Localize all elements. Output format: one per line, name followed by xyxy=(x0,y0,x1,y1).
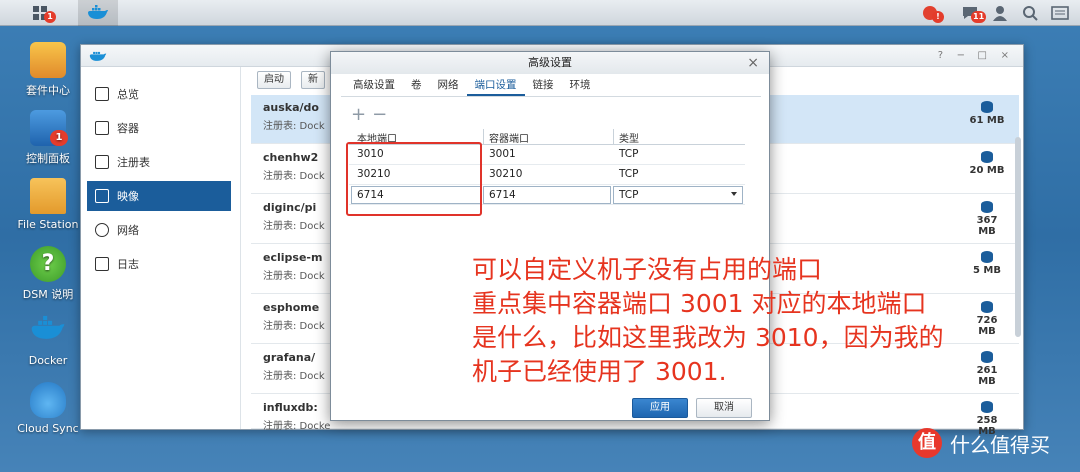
docker-whale-icon xyxy=(89,51,107,61)
main-menu-button[interactable]: 1 xyxy=(22,0,58,26)
sidebar-item-registry[interactable]: 注册表 xyxy=(87,147,231,177)
watermark-badge: 值 xyxy=(912,428,942,458)
launch-button[interactable]: 启动 xyxy=(257,71,291,89)
main-menu-badge: 1 xyxy=(44,11,56,23)
control-panel-badge: 1 xyxy=(50,130,68,146)
watermark: 值 什么值得买 xyxy=(912,428,1050,458)
image-registry: 注册表: Docke xyxy=(263,421,331,432)
image-registry: 注册表: Dock xyxy=(263,121,325,132)
close-button[interactable]: × xyxy=(1001,50,1009,61)
sidebar: 总览 容器 注册表 映像 网络 日志 xyxy=(81,67,241,429)
container-port-input[interactable]: 6714 xyxy=(483,186,611,204)
tab-network[interactable]: 网络 xyxy=(430,74,467,96)
remove-row-button[interactable]: − xyxy=(372,104,393,125)
sidebar-item-image[interactable]: 映像 xyxy=(87,181,231,211)
annotation-line: 机子已经使用了 3001. xyxy=(472,357,727,386)
image-registry: 注册表: Dock xyxy=(263,221,325,232)
column-header-type: 类型 xyxy=(619,134,639,145)
image-name: auska/do xyxy=(263,101,319,114)
chevron-down-icon xyxy=(731,192,737,196)
tab-advanced-settings[interactable]: 高级设置 xyxy=(345,74,403,96)
cloud-sync-icon xyxy=(30,382,66,418)
column-header-container-port: 容器端口 xyxy=(489,134,529,145)
widgets-icon xyxy=(1051,6,1069,20)
image-size: 20 MB xyxy=(967,151,1007,176)
sidebar-item-label: 映像 xyxy=(117,190,139,203)
image-name: grafana/ xyxy=(263,351,316,364)
container-port-cell[interactable]: 30210 xyxy=(489,168,522,180)
registry-icon xyxy=(95,155,109,169)
cancel-button[interactable]: 取消 xyxy=(696,398,752,418)
annotation-line: 可以自定义机子没有占用的端口 xyxy=(472,255,823,284)
database-icon xyxy=(981,101,993,113)
new-button[interactable]: 新 xyxy=(301,71,325,89)
highlight-box xyxy=(346,142,482,216)
image-registry: 注册表: Dock xyxy=(263,321,325,332)
taskbar-docker-button[interactable] xyxy=(78,0,118,26)
tab-volume[interactable]: 卷 xyxy=(403,74,430,96)
image-size: 367 MB xyxy=(967,201,1007,237)
docker-whale-icon xyxy=(88,5,108,19)
image-registry: 注册表: Dock xyxy=(263,171,325,182)
folder-icon xyxy=(30,178,66,214)
container-port-cell[interactable]: 3001 xyxy=(489,148,516,160)
help-icon: ? xyxy=(30,246,66,282)
user-icon xyxy=(993,6,1007,21)
tab-divider xyxy=(341,96,761,97)
image-name: eclipse-m xyxy=(263,251,323,264)
image-registry: 注册表: Dock xyxy=(263,271,325,282)
taskbar: 1 ! 11 xyxy=(0,0,1080,26)
dialog-close-button[interactable]: × xyxy=(747,55,759,71)
maximize-button[interactable]: □ xyxy=(978,50,987,61)
image-name: chenhw2 xyxy=(263,151,319,164)
watermark-text: 什么值得买 xyxy=(950,432,1050,457)
sidebar-item-label: 日志 xyxy=(117,258,139,271)
type-cell[interactable]: TCP xyxy=(619,148,638,160)
minimize-button[interactable]: − xyxy=(957,50,965,61)
help-button[interactable]: ? xyxy=(938,50,943,61)
docker-whale-icon xyxy=(30,314,66,350)
tab-environment[interactable]: 环境 xyxy=(562,74,599,96)
image-size: 61 MB xyxy=(967,101,1007,126)
annotation-line: 是什么，比如这里我改为 3010，因为我的 xyxy=(472,323,944,352)
tab-links[interactable]: 链接 xyxy=(525,74,562,96)
control-panel-icon: 1 xyxy=(30,110,68,146)
image-name: esphome xyxy=(263,301,320,314)
sidebar-item-log[interactable]: 日志 xyxy=(87,249,231,279)
widgets-button[interactable] xyxy=(1042,0,1078,26)
sidebar-item-network[interactable]: 网络 xyxy=(87,215,231,245)
network-icon xyxy=(95,223,109,237)
container-icon xyxy=(95,121,109,135)
sidebar-item-label: 注册表 xyxy=(117,156,150,169)
dialog-tabs: 高级设置 卷 网络 端口设置 链接 环境 xyxy=(345,74,599,96)
log-icon xyxy=(95,257,109,271)
sidebar-item-label: 网络 xyxy=(117,224,139,237)
dialog-title: 高级设置 xyxy=(331,52,769,74)
sidebar-item-container[interactable]: 容器 xyxy=(87,113,231,143)
sidebar-item-label: 容器 xyxy=(117,122,139,135)
package-center-icon xyxy=(30,42,66,78)
type-cell[interactable]: TCP xyxy=(619,168,638,180)
notification-badge: ! xyxy=(932,11,944,23)
sidebar-item-label: 总览 xyxy=(117,88,139,101)
annotation-line: 重点集中容器端口 3001 对应的本地端口 xyxy=(472,289,927,318)
database-icon xyxy=(981,401,993,413)
tab-port-settings[interactable]: 端口设置 xyxy=(466,74,525,96)
type-select[interactable]: TCP xyxy=(613,186,743,204)
image-registry: 注册表: Dock xyxy=(263,371,325,382)
sidebar-item-overview[interactable]: 总览 xyxy=(87,79,231,109)
overview-icon xyxy=(95,87,109,101)
image-name: diginc/pi xyxy=(263,201,317,214)
database-icon xyxy=(981,201,993,213)
apply-button[interactable]: 应用 xyxy=(632,398,688,418)
add-row-button[interactable]: + xyxy=(351,104,372,125)
image-icon xyxy=(95,189,109,203)
row-controls: +− xyxy=(351,104,393,125)
annotation-text: 可以自定义机子没有占用的端口 重点集中容器端口 3001 对应的本地端口 是什么… xyxy=(472,253,1072,389)
image-name: influxdb: xyxy=(263,401,318,414)
database-icon xyxy=(981,151,993,163)
search-icon xyxy=(1023,6,1038,21)
notifications-button[interactable]: ! xyxy=(912,0,948,26)
